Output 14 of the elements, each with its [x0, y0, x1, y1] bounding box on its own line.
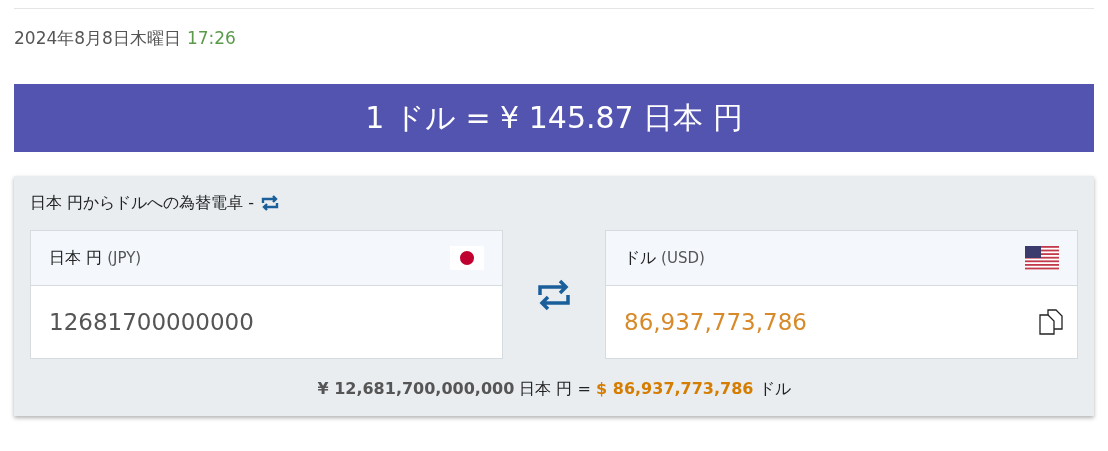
currency-label: 日本 円 (JPY) [49, 247, 142, 269]
flag-icon [450, 246, 484, 270]
amount-input[interactable]: 12681700000000 [49, 309, 488, 335]
date-text: 2024年8月8日木曜日 [14, 28, 181, 48]
time-text: 17:26 [186, 28, 236, 48]
converted-amount: 86,937,773,786 [624, 309, 807, 335]
rate-banner: 1 ドル = ¥ 145.87 日本 円 [14, 84, 1094, 152]
swap-icon[interactable] [259, 194, 280, 212]
converter-title: 日本 円からドルへの為替電卓 - [30, 192, 254, 214]
conversion-summary: ¥ 12,681,700,000,000 日本 円 = $ 86,937,773,786 ドル [316, 379, 792, 400]
copy-icon[interactable] [1039, 309, 1063, 335]
flag-icon [1025, 246, 1059, 270]
swap-icon[interactable] [536, 277, 572, 312]
currency-label: ドル (USD) [624, 247, 705, 269]
